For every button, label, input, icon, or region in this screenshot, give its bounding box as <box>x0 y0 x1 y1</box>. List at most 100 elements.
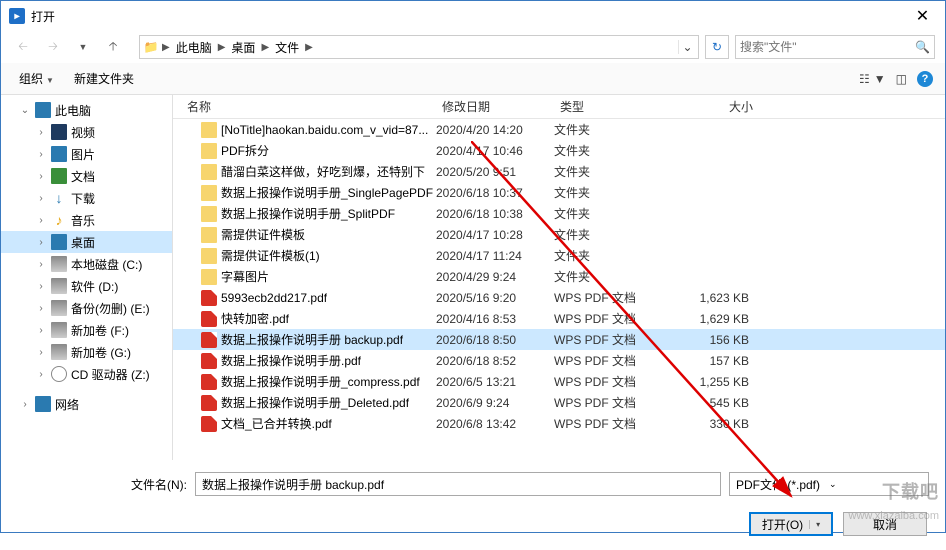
vid-icon <box>51 124 67 140</box>
pdf-icon <box>201 311 217 327</box>
filter-text: PDF文件 (*.pdf) <box>736 476 829 493</box>
file-date: 2020/6/18 8:52 <box>436 354 554 368</box>
file-type: 文件夹 <box>554 163 669 180</box>
tree-item[interactable]: ›软件 (D:) <box>1 275 172 297</box>
pic-icon <box>51 146 67 162</box>
tree-network[interactable]: › 网络 <box>1 393 172 415</box>
col-date[interactable]: 修改日期 <box>436 98 554 115</box>
file-row[interactable]: 醋溜白菜这样做，好吃到爆，还特别下 2020/5/20 9:51文件夹 <box>173 161 945 182</box>
expand-icon[interactable]: › <box>35 171 47 182</box>
tree-item[interactable]: ›↓下载 <box>1 187 172 209</box>
tree-item[interactable]: ›新加卷 (F:) <box>1 319 172 341</box>
address-dropdown[interactable]: ⌄ <box>678 40 696 54</box>
file-date: 2020/6/18 10:38 <box>436 207 554 221</box>
tree-item[interactable]: › 文档 <box>1 165 172 187</box>
file-name: 文档_已合并转换.pdf <box>221 415 332 432</box>
breadcrumb-seg[interactable]: 文件 <box>271 36 303 58</box>
file-type: WPS PDF 文档 <box>554 289 669 306</box>
file-row[interactable]: 文档_已合并转换.pdf2020/6/8 13:42WPS PDF 文档330 … <box>173 413 945 434</box>
tree-item[interactable]: ›CD 驱动器 (Z:) <box>1 363 172 385</box>
expand-icon[interactable]: › <box>35 237 47 248</box>
file-row[interactable]: [NoTitle]haokan.baidu.com_v_vid=87...202… <box>173 119 945 140</box>
file-row[interactable]: 需提供证件模板2020/4/17 10:28文件夹 <box>173 224 945 245</box>
search-input[interactable] <box>740 40 915 54</box>
expand-icon[interactable]: › <box>35 281 47 292</box>
folder-icon <box>201 143 217 159</box>
file-row[interactable]: 数据上报操作说明手册.pdf2020/6/18 8:52WPS PDF 文档15… <box>173 350 945 371</box>
filename-input[interactable] <box>195 472 721 496</box>
tree-item[interactable]: ›图片 <box>1 143 172 165</box>
file-row[interactable]: 数据上报操作说明手册_compress.pdf2020/6/5 13:21WPS… <box>173 371 945 392</box>
tree-item[interactable]: › 本地磁盘 (C:) <box>1 253 172 275</box>
expand-icon[interactable]: › <box>19 399 31 410</box>
search-icon[interactable]: 🔍 <box>915 40 930 54</box>
file-type-filter[interactable]: PDF文件 (*.pdf) ⌄ <box>729 472 929 496</box>
file-type: 文件夹 <box>554 142 669 159</box>
file-row[interactable]: 快转加密.pdf2020/4/16 8:53WPS PDF 文档1,629 KB <box>173 308 945 329</box>
file-row[interactable]: 数据上报操作说明手册_SplitPDF2020/6/18 10:38文件夹 <box>173 203 945 224</box>
recent-dropdown[interactable]: ▼ <box>71 35 95 59</box>
expand-icon[interactable]: › <box>35 303 47 314</box>
breadcrumb-seg[interactable]: 桌面 <box>227 36 259 58</box>
file-name: 快转加密.pdf <box>221 310 289 327</box>
file-date: 2020/6/8 13:42 <box>436 417 554 431</box>
tree-item[interactable]: ›桌面 <box>1 231 172 253</box>
open-button[interactable]: 打开(O)▾ <box>749 512 833 536</box>
chevron-right-icon[interactable]: ▶ <box>303 42 315 53</box>
expand-icon[interactable]: › <box>35 259 47 270</box>
folder-icon <box>201 269 217 285</box>
refresh-button[interactable]: ↻ <box>705 35 729 59</box>
file-date: 2020/5/20 9:51 <box>436 165 554 179</box>
tree-label: 文档 <box>71 168 95 185</box>
expand-icon[interactable]: › <box>35 325 47 336</box>
filename-label: 文件名(N): <box>17 476 187 493</box>
disk-icon <box>51 278 67 294</box>
help-button[interactable]: ? <box>917 71 933 87</box>
view-mode-button[interactable]: ☷▼ <box>859 72 886 86</box>
file-name: 数据上报操作说明手册_SplitPDF <box>221 205 395 222</box>
chevron-right-icon[interactable]: ▶ <box>160 42 172 53</box>
file-size: 157 KB <box>669 354 759 368</box>
tree-item[interactable]: ›新加卷 (G:) <box>1 341 172 363</box>
tree-label: 下载 <box>71 190 95 207</box>
file-size: 1,629 KB <box>669 312 759 326</box>
forward-button[interactable]: 🡢 <box>41 35 65 59</box>
expand-icon[interactable]: › <box>35 347 47 358</box>
search-box[interactable]: 🔍 <box>735 35 935 59</box>
expand-icon[interactable]: › <box>35 149 47 160</box>
file-row[interactable]: 需提供证件模板(1)2020/4/17 11:24文件夹 <box>173 245 945 266</box>
breadcrumb[interactable]: 📁 ▶ 此电脑 ▶ 桌面 ▶ 文件 ▶ ⌄ <box>139 35 699 59</box>
file-row[interactable]: 字幕图片2020/4/29 9:24文件夹 <box>173 266 945 287</box>
file-name: 醋溜白菜这样做，好吃到爆，还特别下 <box>221 163 425 180</box>
expand-icon[interactable]: › <box>35 193 47 204</box>
col-name[interactable]: 名称 <box>181 98 436 115</box>
tree-label: 本地磁盘 (C:) <box>71 256 142 273</box>
col-type[interactable]: 类型 <box>554 98 669 115</box>
chevron-right-icon[interactable]: ▶ <box>216 42 228 53</box>
breadcrumb-seg[interactable]: 此电脑 <box>172 36 216 58</box>
file-list[interactable]: [NoTitle]haokan.baidu.com_v_vid=87...202… <box>173 119 945 460</box>
file-row[interactable]: 5993ecb2dd217.pdf2020/5/16 9:20WPS PDF 文… <box>173 287 945 308</box>
organize-button[interactable]: 组织▼ <box>13 68 60 89</box>
collapse-icon[interactable]: ⌄ <box>19 105 31 116</box>
expand-icon[interactable]: › <box>35 215 47 226</box>
back-button[interactable]: 🡠 <box>11 35 35 59</box>
expand-icon[interactable]: › <box>35 369 47 380</box>
file-name: 数据上报操作说明手册_SinglePagePDF <box>221 184 433 201</box>
col-size[interactable]: 大小 <box>669 98 759 115</box>
tree-item[interactable]: ›♪音乐 <box>1 209 172 231</box>
chevron-right-icon[interactable]: ▶ <box>259 42 271 53</box>
up-button[interactable]: 🡡 <box>101 35 125 59</box>
preview-pane-button[interactable]: ◫ <box>896 72 907 86</box>
new-folder-button[interactable]: 新建文件夹 <box>68 68 140 89</box>
file-row[interactable]: 数据上报操作说明手册 backup.pdf2020/6/18 8:50WPS P… <box>173 329 945 350</box>
tree-item[interactable]: ›视频 <box>1 121 172 143</box>
file-type: WPS PDF 文档 <box>554 310 669 327</box>
tree-this-pc[interactable]: ⌄ 此电脑 <box>1 99 172 121</box>
tree-item[interactable]: ›备份(勿删) (E:) <box>1 297 172 319</box>
close-button[interactable]: ✕ <box>900 1 945 31</box>
file-row[interactable]: 数据上报操作说明手册_SinglePagePDF2020/6/18 10:37文… <box>173 182 945 203</box>
expand-icon[interactable]: › <box>35 127 47 138</box>
file-row[interactable]: PDF拆分2020/4/17 10:46文件夹 <box>173 140 945 161</box>
file-row[interactable]: 数据上报操作说明手册_Deleted.pdf2020/6/9 9:24WPS P… <box>173 392 945 413</box>
